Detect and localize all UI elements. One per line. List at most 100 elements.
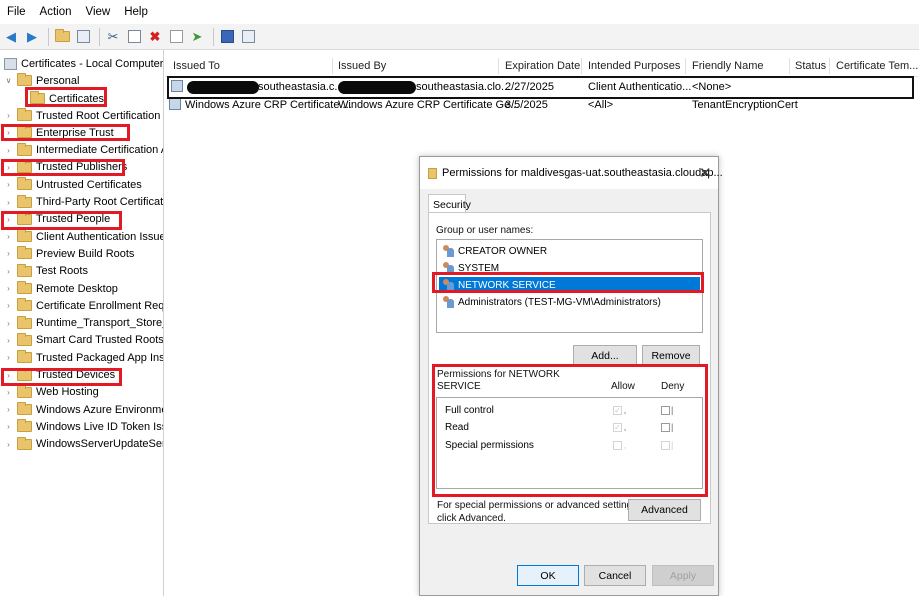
chevron-right-icon[interactable]: › (4, 319, 13, 328)
tree-item[interactable]: › Remote Desktop (4, 280, 118, 297)
chevron-right-icon[interactable]: › (4, 198, 13, 207)
tab-security[interactable]: Security (428, 194, 471, 212)
folder-icon (17, 402, 32, 416)
column-certificate-template[interactable]: Certificate Tem... (836, 60, 918, 72)
folder-icon (17, 108, 32, 121)
chevron-right-icon[interactable]: › (4, 422, 13, 431)
chevron-right-icon[interactable]: › (4, 232, 13, 241)
delete-icon[interactable]: ✖ (146, 28, 164, 46)
chevron-right-icon[interactable]: › (4, 146, 13, 155)
cell-issued-by: Windows Azure CRP Certificate Ge... (338, 99, 520, 111)
chevron-right-icon[interactable]: › (4, 388, 13, 397)
folder-icon (17, 229, 32, 243)
close-icon[interactable]: ✕ (699, 164, 712, 182)
forward-arrow-icon[interactable]: ▶ (23, 28, 41, 46)
chevron-right-icon[interactable]: › (4, 353, 13, 362)
tree-item[interactable]: ›Trusted Root Certification Aut (4, 107, 163, 124)
help-icon[interactable] (218, 28, 236, 46)
tree-item[interactable]: › Test Roots (4, 263, 88, 280)
highlight-trusted-people (1, 211, 122, 230)
highlight-permissions-panel (432, 364, 708, 497)
special-permissions-note: For special permissions or advanced sett… (437, 500, 640, 511)
menu-bar: File Action View Help (0, 0, 919, 24)
toolbar: ◀ ▶ ✂ ✖ ➤ (0, 24, 919, 50)
column-expiration-date[interactable]: Expiration Date (505, 60, 580, 72)
up-folder-icon[interactable] (53, 28, 71, 46)
chevron-right-icon[interactable]: › (4, 111, 13, 120)
chevron-right-icon[interactable]: › (4, 336, 13, 345)
tree-item[interactable]: › Untrusted Certificates (4, 176, 142, 193)
column-issued-by[interactable]: Issued By (338, 60, 386, 72)
column-status[interactable]: Status (795, 60, 826, 72)
cell-issued-to: Windows Azure CRP Certificate ... (185, 99, 352, 111)
folder-icon (17, 350, 32, 364)
certificate-store-icon (4, 57, 17, 70)
highlight-trusted-publishers (1, 159, 125, 176)
chevron-down-icon[interactable]: ∨ (4, 76, 13, 85)
back-arrow-icon[interactable]: ◀ (2, 28, 20, 46)
folder-icon (17, 194, 32, 208)
chevron-right-icon[interactable]: › (4, 440, 13, 449)
folder-icon (17, 281, 32, 294)
chevron-right-icon[interactable]: › (4, 249, 13, 258)
group-or-user-names-label: Group or user names: (436, 225, 534, 236)
column-intended-purposes[interactable]: Intended Purposes (588, 60, 680, 72)
mmc-view-icon[interactable] (239, 28, 257, 46)
properties-icon[interactable] (167, 28, 185, 46)
apply-button[interactable]: Apply (652, 565, 714, 586)
tree-root[interactable]: Certificates - Local Computer (4, 55, 163, 72)
export-icon[interactable]: ➤ (188, 28, 206, 46)
folder-icon (428, 168, 437, 179)
highlight-trusted-devices (1, 368, 122, 386)
highlight-enterprise-trust (1, 124, 130, 141)
tree-item[interactable]: › Web Hosting (4, 384, 99, 401)
highlight-selected-row (167, 76, 914, 99)
advanced-button[interactable]: Advanced (628, 499, 701, 521)
tree-item[interactable]: › Client Authentication Issuers (4, 228, 163, 245)
cut-icon[interactable]: ✂ (104, 28, 122, 46)
folder-icon (17, 263, 32, 277)
tree-item[interactable]: › Windows Azure Environment (4, 401, 163, 418)
add-button[interactable]: Add... (573, 345, 637, 366)
highlight-certificates (25, 87, 107, 107)
column-friendly-name[interactable]: Friendly Name (692, 60, 764, 72)
folder-icon (17, 177, 32, 191)
tree-item[interactable]: ›Runtime_Transport_Store_D2E (4, 315, 163, 332)
folder-icon (17, 315, 32, 329)
special-permissions-note-2: click Advanced. (437, 513, 506, 524)
chevron-right-icon[interactable]: › (4, 180, 13, 189)
dialog-title-bar: Permissions for maldivesgas-uat.southeas… (420, 157, 723, 189)
tree-item[interactable]: ›WindowsServerUpdateService (4, 436, 163, 453)
menu-action[interactable]: Action (33, 6, 79, 18)
list-item[interactable]: CREATOR OWNER (439, 243, 700, 259)
folder-icon (17, 436, 32, 450)
cancel-button[interactable]: Cancel (584, 565, 646, 586)
menu-help[interactable]: Help (117, 6, 155, 18)
cell-expiration: 3/5/2025 (505, 99, 548, 111)
list-header: Issued To Issued By Expiration Date Inte… (165, 56, 919, 77)
tree-item[interactable]: › Preview Build Roots (4, 245, 134, 262)
tree-item[interactable]: › Intermediate Certification Aut (4, 142, 163, 159)
tree-item[interactable]: › Third-Party Root Certification (4, 194, 163, 211)
cell-purposes: <All> (588, 99, 614, 111)
column-issued-to[interactable]: Issued To (173, 60, 220, 72)
tree-item[interactable]: › Smart Card Trusted Roots (4, 332, 163, 349)
folder-icon (17, 246, 32, 260)
list-item[interactable]: Administrators (TEST-MG-VM\Administrator… (439, 294, 700, 310)
remove-button[interactable]: Remove (642, 345, 700, 366)
chevron-right-icon[interactable]: › (4, 284, 13, 293)
user-group-icon (442, 296, 455, 308)
tree-item[interactable]: ›Windows Live ID Token Issuer (4, 418, 163, 435)
tree-item[interactable]: ›Trusted Packaged App Installa (4, 349, 163, 366)
menu-view[interactable]: View (79, 6, 118, 18)
menu-file[interactable]: File (0, 6, 33, 18)
tree-item[interactable]: ›Certificate Enrollment Reques (4, 297, 163, 314)
user-group-icon (442, 245, 455, 257)
folder-icon (17, 73, 32, 86)
chevron-right-icon[interactable]: › (4, 405, 13, 414)
copy-icon[interactable] (125, 28, 143, 46)
show-hide-tree-icon[interactable] (74, 28, 92, 46)
ok-button[interactable]: OK (517, 565, 579, 586)
chevron-right-icon[interactable]: › (4, 301, 13, 310)
chevron-right-icon[interactable]: › (4, 267, 13, 276)
